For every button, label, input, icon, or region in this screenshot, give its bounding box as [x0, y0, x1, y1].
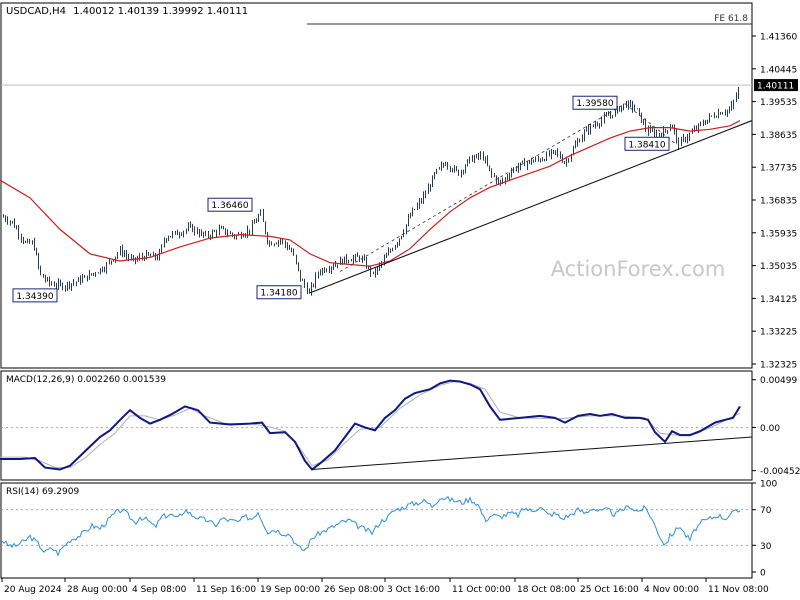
- time-tick-label: 28 Aug 00:00: [67, 585, 128, 595]
- time-tick-label: 19 Sep 00:00: [260, 585, 320, 595]
- time-tick-label: 11 Nov 08:00: [708, 585, 769, 595]
- price-tick-label: 1.33225: [760, 328, 797, 338]
- chart-header: USDCAD,H4 1.40012 1.40139 1.39992 1.4011…: [6, 6, 248, 17]
- price-tick-label: 1.35935: [760, 229, 797, 239]
- price-tick-label: 1.39535: [760, 98, 797, 108]
- rsi-tick-label: 70: [760, 506, 772, 516]
- price-tick-label: 1.38635: [760, 131, 797, 141]
- price-tick-label: 1.37735: [760, 164, 797, 174]
- time-tick-label: 26 Sep 08:00: [324, 585, 384, 595]
- time-tick-label: 3 Oct 16:00: [387, 585, 440, 595]
- time-tick-label: 4 Sep 08:00: [132, 585, 187, 595]
- time-tick-label: 4 Nov 00:00: [644, 585, 699, 595]
- annotation-label: 1.36460: [211, 201, 248, 211]
- ohlc-values: 1.40012 1.40139 1.39992 1.40111: [73, 6, 248, 17]
- price-tick-label: 1.36835: [760, 197, 797, 207]
- price-tick-label: 1.40445: [760, 65, 797, 75]
- annotation-label: 1.38410: [628, 140, 665, 150]
- time-tick-label: 25 Oct 16:00: [580, 585, 639, 595]
- current-price-label: 1.40111: [757, 82, 794, 92]
- macd-tick-label: -0.004522: [760, 467, 800, 477]
- price-tick-label: 1.35035: [760, 262, 797, 272]
- macd-tick-label: 0.00499: [760, 376, 797, 386]
- rsi-tick-label: 30: [760, 542, 772, 552]
- time-tick-label: 20 Aug 2024: [4, 585, 62, 595]
- time-tick-label: 18 Oct 08:00: [517, 585, 576, 595]
- annotation-label: 1.39580: [576, 99, 613, 109]
- symbol-label: USDCAD,H4: [6, 6, 66, 17]
- annotation-label: 1.34180: [260, 289, 297, 299]
- price-tick-label: 1.34125: [760, 295, 797, 305]
- time-tick-label: 11 Sep 16:00: [196, 585, 256, 595]
- macd-title: MACD(12,26,9) 0.002260 0.001539: [6, 375, 166, 385]
- macd-tick-label: 0.00: [760, 424, 780, 434]
- rsi-tick-label: 0: [760, 569, 766, 579]
- chart-canvas: 1.41360 1.40445 1.39535 1.38635 1.37735 1.368…: [0, 0, 800, 600]
- annotation-label: 1.34390: [16, 292, 53, 302]
- time-tick-label: 11 Oct 00:00: [452, 585, 511, 595]
- fe-level-label: FE 61.8: [714, 14, 748, 24]
- price-tick-label: 1.41360: [760, 33, 797, 43]
- rsi-title: RSI(14) 69.2909: [6, 487, 79, 497]
- watermark: ActionForex.com: [551, 257, 726, 281]
- price-tick-label: 1.32325: [760, 361, 797, 371]
- rsi-tick-label: 100: [760, 480, 777, 490]
